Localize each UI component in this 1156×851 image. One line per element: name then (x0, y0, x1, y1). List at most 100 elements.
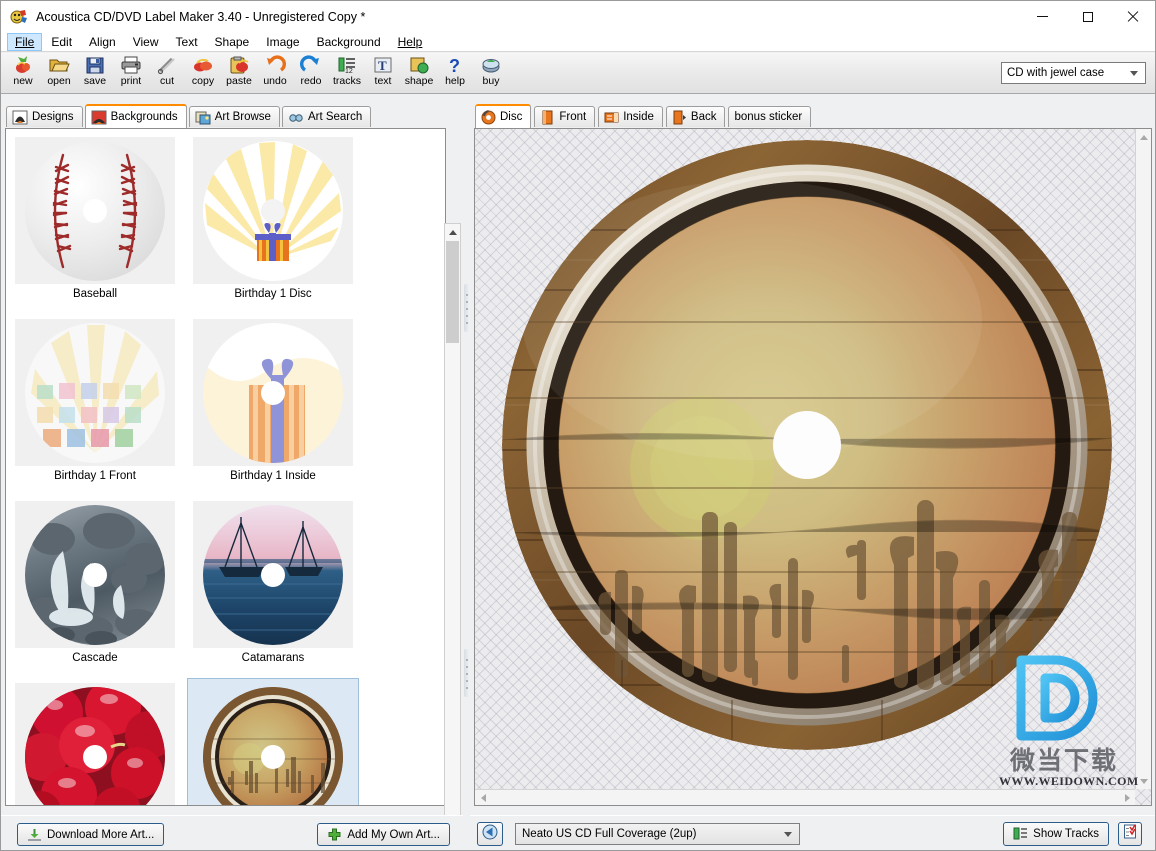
toolbar-save-button[interactable]: save (77, 53, 113, 92)
canvas-scroll-right-button[interactable] (1119, 790, 1135, 805)
disc-icon (481, 110, 496, 125)
art-item-birthday-1-inside[interactable]: Birthday 1 Inside (187, 314, 359, 490)
art-thumbnail (15, 683, 175, 806)
download-more-art-button[interactable]: Download More Art... (17, 823, 164, 846)
tab-bonus-sticker[interactable]: bonus sticker (728, 106, 811, 127)
canvas-scroll-down-button[interactable] (1136, 773, 1151, 789)
tab-art-search[interactable]: Art Search (282, 106, 371, 127)
toolbar-paste-button[interactable]: paste (221, 53, 257, 92)
tab-art-browse[interactable]: Art Browse (189, 106, 280, 127)
toolbar-redo-button[interactable]: redo (293, 53, 329, 92)
svg-text:12: 12 (345, 68, 353, 75)
scrollbar-thumb[interactable] (446, 241, 459, 343)
design-canvas[interactable]: 微当下载 WWW.WEIDOWN.COM (474, 128, 1152, 806)
toolbar-copy-button[interactable]: copy (185, 53, 221, 92)
menu-shape[interactable]: Shape (207, 33, 258, 51)
toolbar-new-button[interactable]: new (5, 53, 41, 92)
background-icon (91, 110, 107, 125)
back-cover-icon (672, 110, 687, 125)
text-tool-icon: T (372, 55, 394, 75)
tab-backgrounds-label: Backgrounds (111, 111, 178, 123)
application-window: Acoustica CD/DVD Label Maker 3.40 - Unre… (0, 0, 1156, 851)
menu-text[interactable]: Text (168, 33, 206, 51)
art-item-label: Catamarans (242, 652, 305, 664)
menu-background[interactable]: Background (309, 33, 389, 51)
art-item-baseball[interactable]: Baseball (9, 132, 181, 308)
menu-bar: File Edit Align View Text Shape Image Ba… (1, 32, 1155, 52)
art-item-cascade[interactable]: Cascade (9, 496, 181, 672)
canvas-scroll-left-button[interactable] (475, 790, 491, 805)
back-button[interactable] (477, 822, 503, 846)
toolbar-text-button[interactable]: T text (365, 53, 401, 92)
toolbar-copy-label: copy (192, 76, 214, 87)
tab-back-label: Back (691, 111, 717, 123)
canvas-scroll-up-button[interactable] (1136, 129, 1151, 145)
toolbar-undo-button[interactable]: undo (257, 53, 293, 92)
tab-front[interactable]: Front (534, 106, 595, 127)
chevron-down-icon (1130, 71, 1138, 76)
canvas-horizontal-scrollbar[interactable] (475, 789, 1135, 805)
paper-layout-select[interactable]: Neato US CD Full Coverage (2up) (515, 823, 800, 845)
menu-view[interactable]: View (125, 33, 167, 51)
panel-splitter[interactable] (463, 94, 470, 851)
splitter-grip-top[interactable] (464, 284, 469, 332)
art-gallery[interactable]: Baseball (5, 128, 446, 806)
maximize-button[interactable] (1065, 1, 1110, 32)
show-tracks-button[interactable]: Show Tracks (1003, 822, 1109, 846)
paper-layout-value: Neato US CD Full Coverage (2up) (522, 828, 784, 840)
toolbar-tracks-button[interactable]: 12 tracks (329, 53, 365, 92)
watermark-chinese-text: 微当下载 (999, 748, 1129, 774)
gallery-scrollbar[interactable] (444, 223, 461, 851)
art-item-strawberries[interactable] (9, 678, 181, 806)
art-thumbnail (15, 501, 175, 648)
media-type-value: CD with jewel case (1007, 67, 1130, 79)
toolbar-buy-button[interactable]: buy (473, 53, 509, 92)
toolbar-cut-label: cut (160, 76, 174, 87)
menu-help[interactable]: Help (390, 33, 431, 51)
tab-disc[interactable]: Disc (475, 104, 531, 128)
toolbar-text-label: text (375, 76, 392, 87)
tab-back[interactable]: Back (666, 106, 726, 127)
disc-artwork[interactable] (502, 140, 1112, 750)
toolbar-new-label: new (13, 76, 32, 87)
toolbar-cut-button[interactable]: cut (149, 53, 185, 92)
art-browse-icon (195, 110, 211, 125)
checklist-button[interactable] (1118, 822, 1142, 846)
menu-align[interactable]: Align (81, 33, 124, 51)
menu-file[interactable]: File (7, 33, 42, 51)
art-thumbnail (15, 137, 175, 284)
menu-edit[interactable]: Edit (43, 33, 80, 51)
tab-inside[interactable]: Inside (598, 106, 663, 127)
add-my-own-art-button[interactable]: Add My Own Art... (317, 823, 450, 846)
canvas-vertical-scrollbar[interactable] (1135, 129, 1151, 789)
toolbar-paste-label: paste (226, 76, 252, 87)
art-item-catamarans[interactable]: Catamarans (187, 496, 359, 672)
art-search-icon (288, 110, 304, 125)
close-button[interactable] (1110, 1, 1155, 32)
menu-image[interactable]: Image (258, 33, 307, 51)
art-item-birthday-1-front[interactable]: Birthday 1 Front (9, 314, 181, 490)
art-item-label: Birthday 1 Disc (234, 288, 311, 300)
toolbar-print-button[interactable]: print (113, 53, 149, 92)
splitter-grip-bottom[interactable] (464, 649, 469, 697)
toolbar-open-button[interactable]: open (41, 53, 77, 92)
minimize-button[interactable] (1020, 1, 1065, 32)
toolbar-undo-label: undo (263, 76, 286, 87)
toolbar-shape-label: shape (405, 76, 434, 87)
redo-arrow-icon (300, 55, 322, 75)
menu-file-label: File (15, 35, 34, 49)
printer-icon (120, 55, 142, 75)
art-item-birthday-1-disc[interactable]: Birthday 1 Disc (187, 132, 359, 308)
art-item-label: Cascade (72, 652, 117, 664)
tab-designs[interactable]: Designs (6, 106, 83, 127)
scroll-up-button[interactable] (445, 224, 460, 240)
toolbar-shape-button[interactable]: shape (401, 53, 437, 92)
media-type-select[interactable]: CD with jewel case (1001, 62, 1146, 84)
toolbar-help-button[interactable]: ? help (437, 53, 473, 92)
download-more-art-label: Download More Art... (47, 829, 154, 841)
project-tabs: Disc Front (470, 105, 1155, 127)
toolbar-redo-label: redo (300, 76, 321, 87)
disc-center-hole (773, 411, 841, 479)
tab-backgrounds[interactable]: Backgrounds (85, 104, 187, 128)
art-item-desert-barrel[interactable] (187, 678, 359, 806)
